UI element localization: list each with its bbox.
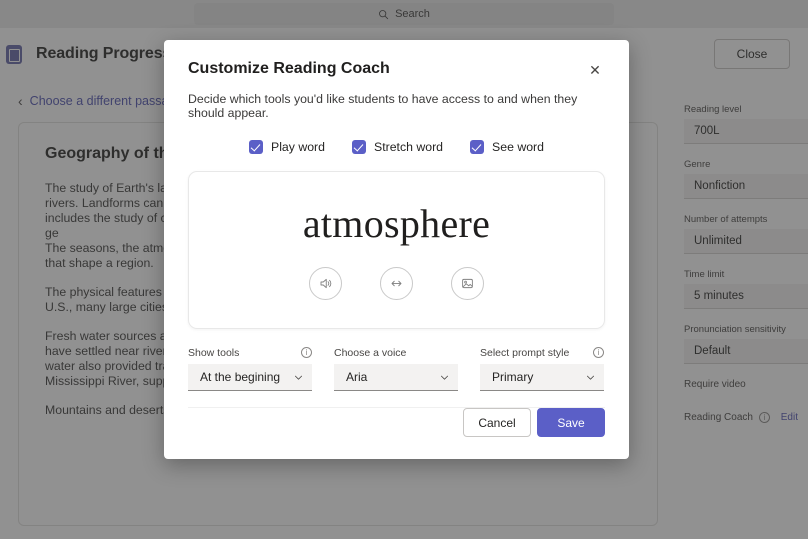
stretch-arrows-icon	[389, 276, 404, 291]
prompt-style-dropdown[interactable]: Primary	[480, 364, 604, 391]
checkmark-icon	[470, 140, 485, 154]
select-value: Primary	[492, 370, 534, 384]
checkbox-label: See word	[492, 140, 544, 154]
info-icon[interactable]: i	[301, 347, 312, 358]
select-show-tools: Show tools i At the begining	[188, 346, 312, 391]
checkmark-icon	[249, 140, 263, 154]
modal-title: Customize Reading Coach	[188, 60, 390, 77]
select-label-line: Select prompt style i	[480, 346, 604, 359]
speaker-icon	[318, 276, 333, 291]
checkbox-stretch-word[interactable]: Stretch word	[352, 140, 443, 154]
select-label: Select prompt style	[480, 346, 570, 359]
select-choose-a-voice: Choose a voice Aria	[334, 346, 458, 391]
select-value: Aria	[346, 370, 368, 384]
info-icon[interactable]: i	[593, 347, 604, 358]
stretch-word-tool-button[interactable]	[380, 267, 413, 300]
tool-checkbox-row: Play word Stretch word See word	[188, 140, 605, 154]
customize-reading-coach-dialog: Customize Reading Coach ✕ Decide which t…	[164, 40, 629, 459]
modal-titlebar: Customize Reading Coach ✕	[188, 60, 605, 80]
checkmark-icon	[352, 140, 366, 154]
see-word-tool-button[interactable]	[451, 267, 484, 300]
checkbox-play-word[interactable]: Play word	[249, 140, 325, 154]
reading-coach-preview: atmosphere	[188, 171, 605, 329]
preview-tool-buttons	[309, 267, 484, 300]
choose-a-voice-dropdown[interactable]: Aria	[334, 364, 458, 391]
checkbox-see-word[interactable]: See word	[470, 140, 544, 154]
select-label: Show tools	[188, 346, 240, 359]
close-icon[interactable]: ✕	[585, 60, 605, 80]
select-label: Choose a voice	[334, 346, 407, 359]
play-word-tool-button[interactable]	[309, 267, 342, 300]
chevron-down-icon	[439, 372, 450, 383]
checkbox-label: Stretch word	[374, 140, 444, 154]
select-value: At the begining	[200, 370, 281, 384]
image-icon	[460, 276, 475, 291]
checkbox-label: Play word	[271, 140, 325, 154]
select-label-line: Show tools i	[188, 346, 312, 359]
cancel-button[interactable]: Cancel	[463, 408, 531, 437]
chevron-down-icon	[293, 372, 304, 383]
modal-subtitle: Decide which tools you'd like students t…	[188, 92, 578, 120]
save-button[interactable]: Save	[537, 408, 605, 437]
selects-row: Show tools i At the begining Choose a vo…	[188, 346, 605, 391]
chevron-down-icon	[585, 372, 596, 383]
select-prompt-style: Select prompt style i Primary	[480, 346, 604, 391]
select-label-line: Choose a voice	[334, 346, 458, 359]
modal-footer: Cancel Save	[188, 408, 605, 459]
preview-word: atmosphere	[302, 201, 491, 246]
show-tools-dropdown[interactable]: At the begining	[188, 364, 312, 391]
